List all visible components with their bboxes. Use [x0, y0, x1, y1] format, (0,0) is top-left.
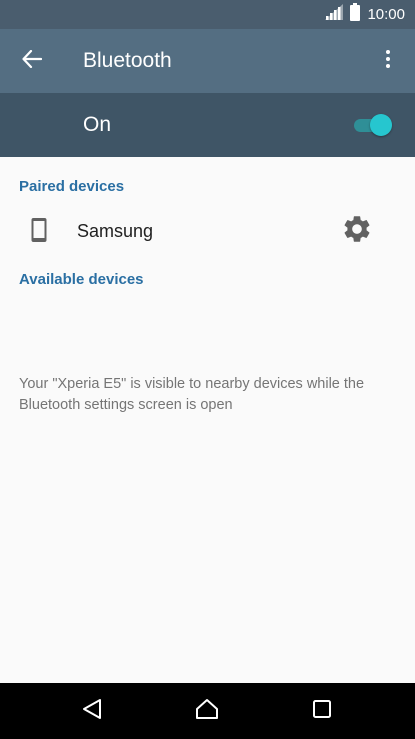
back-button[interactable] — [14, 43, 50, 79]
nav-recents-icon — [312, 699, 332, 724]
battery-icon — [349, 3, 361, 26]
status-bar: 10:00 — [0, 0, 415, 29]
paired-device-item[interactable]: Samsung — [0, 205, 415, 257]
toggle-thumb — [370, 114, 392, 136]
visibility-note: Your "Xperia E5" is visible to nearby de… — [19, 376, 365, 413]
smartphone-icon — [30, 217, 48, 243]
gear-icon — [341, 213, 373, 250]
signal-icon — [325, 4, 344, 25]
nav-recents-button[interactable] — [302, 693, 342, 729]
device-settings-button[interactable] — [339, 213, 375, 249]
status-time: 10:00 — [367, 6, 405, 23]
bluetooth-master-switch-row[interactable]: On — [0, 93, 415, 157]
paired-device-name: Samsung — [77, 221, 154, 241]
nav-back-button[interactable] — [72, 693, 112, 729]
nav-back-icon — [82, 698, 102, 725]
master-switch-label: On — [83, 113, 112, 136]
bluetooth-toggle[interactable] — [352, 114, 392, 136]
overflow-menu-button[interactable] — [373, 43, 403, 79]
page-title: Bluetooth — [83, 49, 172, 72]
paired-devices-header: Paired devices — [19, 178, 125, 195]
app-bar: Bluetooth — [0, 29, 415, 93]
system-nav-bar — [0, 683, 415, 739]
nav-home-icon — [195, 698, 219, 725]
more-vert-icon — [385, 49, 391, 74]
arrow-back-icon — [22, 49, 43, 73]
status-indicators: 10:00 — [325, 0, 405, 29]
nav-home-button[interactable] — [187, 693, 227, 729]
available-devices-header: Available devices — [19, 271, 144, 288]
